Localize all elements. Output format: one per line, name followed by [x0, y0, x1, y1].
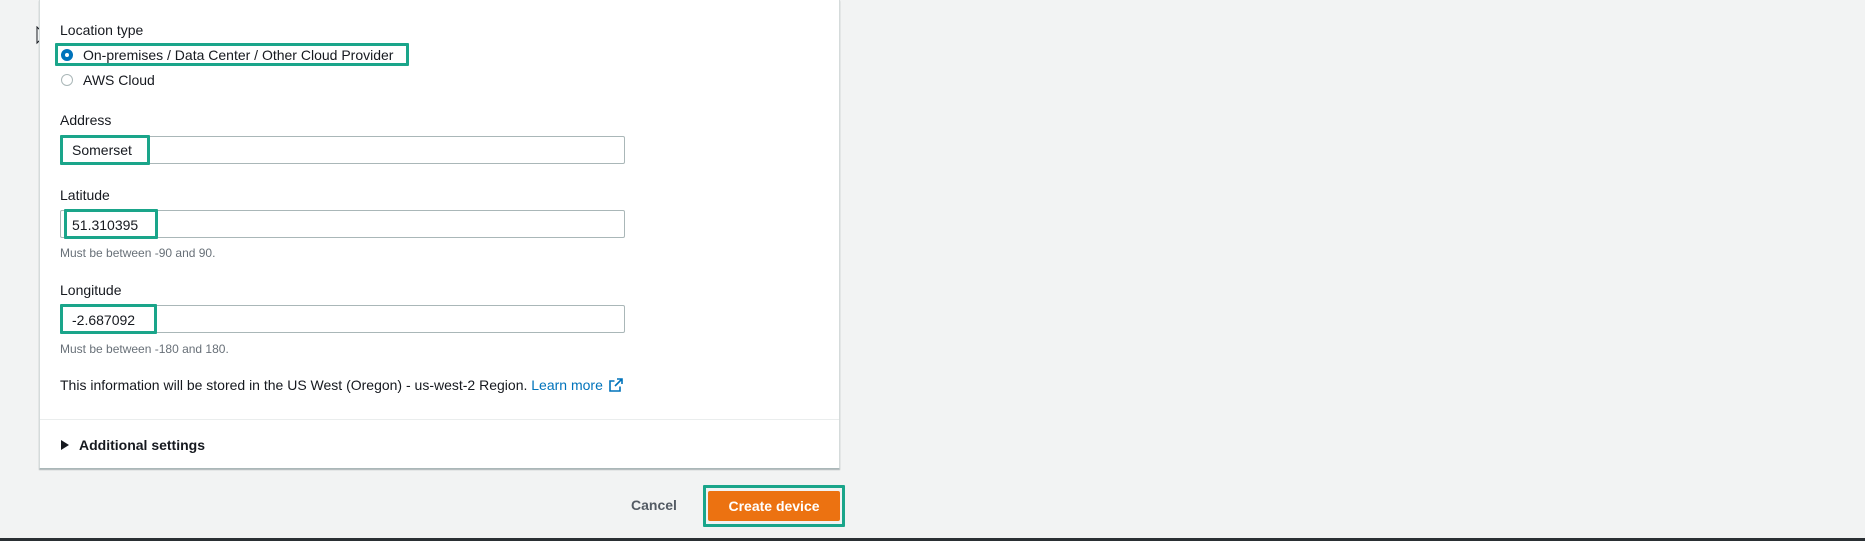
caret-right-icon — [61, 440, 69, 450]
highlight-latitude — [64, 209, 158, 239]
longitude-hint: Must be between -180 and 180. — [60, 342, 229, 356]
longitude-label: Longitude — [60, 282, 122, 298]
radio-aws-cloud-label: AWS Cloud — [83, 72, 155, 88]
additional-settings-label: Additional settings — [79, 437, 205, 453]
latitude-label: Latitude — [60, 187, 110, 203]
cancel-button[interactable]: Cancel — [631, 497, 677, 513]
additional-settings-toggle[interactable]: Additional settings — [61, 437, 205, 453]
location-type-label: Location type — [60, 22, 144, 38]
highlight-longitude — [60, 304, 157, 334]
external-link-icon — [609, 378, 623, 392]
latitude-hint: Must be between -90 and 90. — [60, 246, 216, 260]
learn-more-link[interactable]: Learn more — [531, 377, 623, 393]
highlight-address — [60, 135, 150, 165]
highlight-on-premises — [55, 43, 409, 66]
page: Location type On-premises / Data Center … — [0, 0, 1865, 541]
radio-option-aws-cloud[interactable]: AWS Cloud — [61, 69, 155, 91]
learn-more-link-label: Learn more — [531, 377, 603, 393]
region-info-text: This information will be stored in the U… — [60, 377, 528, 393]
section-divider — [40, 419, 839, 420]
address-label: Address — [60, 112, 112, 128]
device-form-panel: Location type On-premises / Data Center … — [39, 0, 840, 469]
region-info: This information will be stored in the U… — [60, 376, 623, 394]
radio-aws-cloud[interactable] — [61, 74, 73, 86]
highlight-create-device — [703, 485, 845, 527]
